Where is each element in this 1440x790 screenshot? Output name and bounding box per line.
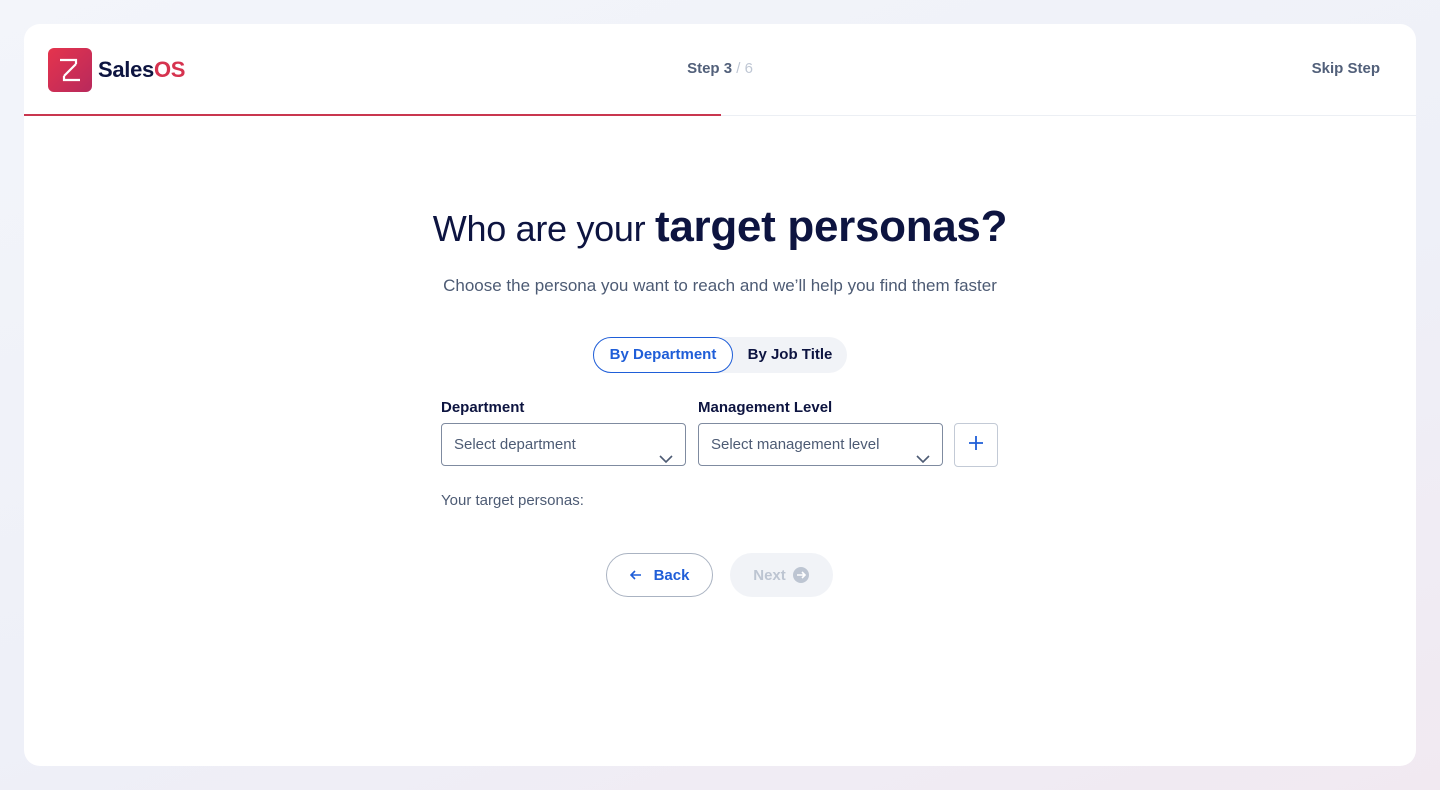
page-title: Who are your target personas?: [24, 202, 1416, 252]
tab-by-job-title[interactable]: By Job Title: [733, 337, 847, 373]
back-button[interactable]: Back: [606, 553, 713, 597]
back-label: Back: [653, 566, 690, 584]
step-separator: /: [736, 60, 741, 77]
next-button[interactable]: Next: [730, 553, 833, 597]
department-label: Department: [441, 399, 525, 416]
add-persona-button[interactable]: [954, 423, 998, 467]
title-regular: Who are your: [432, 208, 655, 249]
progress-bar: [24, 114, 721, 116]
management-level-placeholder: Select management level: [711, 436, 880, 453]
top-bar: SalesOS Step 3 / 6 Skip Step: [24, 24, 1416, 116]
department-select[interactable]: Select department: [441, 423, 686, 466]
plus-icon: [968, 435, 984, 456]
step-current: Step 3: [687, 60, 733, 77]
arrow-left-icon: [629, 570, 642, 580]
chevron-down-icon: [659, 439, 673, 480]
onboarding-card: SalesOS Step 3 / 6 Skip Step Who are you…: [24, 24, 1416, 766]
step-indicator: Step 3 / 6: [24, 60, 1416, 77]
tab-by-department[interactable]: By Department: [593, 337, 733, 373]
persona-mode-toggle: By Department By Job Title: [593, 337, 847, 373]
management-level-select[interactable]: Select management level: [698, 423, 943, 466]
chevron-down-icon: [916, 439, 930, 480]
target-personas-label: Your target personas:: [441, 492, 584, 509]
next-label: Next: [753, 566, 786, 584]
department-placeholder: Select department: [454, 436, 576, 453]
skip-step-link[interactable]: Skip Step: [1312, 60, 1380, 77]
arrow-right-circle-icon: [792, 566, 810, 584]
step-total: 6: [744, 60, 753, 77]
title-bold: target personas?: [655, 202, 1008, 251]
management-level-label: Management Level: [698, 399, 833, 416]
page-subtitle: Choose the persona you want to reach and…: [443, 276, 997, 295]
